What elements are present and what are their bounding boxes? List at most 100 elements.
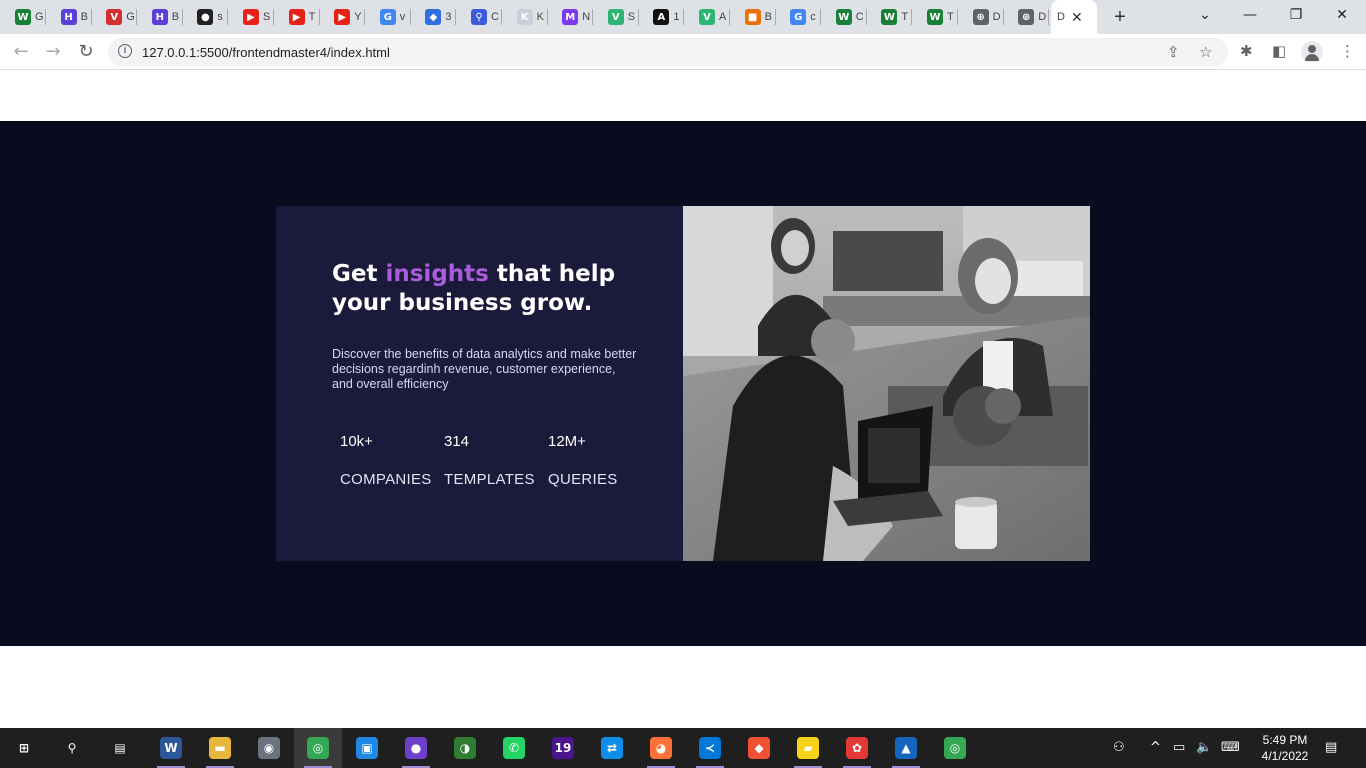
- headline-text-start: Get: [332, 261, 386, 287]
- minimize-button[interactable]: —: [1228, 0, 1272, 30]
- tab-separator: [957, 9, 958, 25]
- forward-button[interactable]: →: [41, 40, 65, 64]
- office-photo-illustration: [683, 206, 1090, 561]
- browser-tab[interactable]: WC: [830, 5, 867, 29]
- keyboard-icon[interactable]: ⌨: [1221, 740, 1240, 755]
- file-explorer-icon[interactable]: ▬: [196, 728, 244, 768]
- github-desktop-icon[interactable]: ●: [392, 728, 440, 768]
- camera-icon[interactable]: ◉: [245, 728, 293, 768]
- tab-title: D: [992, 11, 1001, 23]
- active-browser-tab[interactable]: D ✕: [1051, 0, 1097, 34]
- tab-favicon-icon: A: [653, 9, 670, 25]
- hero-section: Get insights that help your business gro…: [0, 121, 1366, 646]
- bookmark-star-icon[interactable]: ☆: [1199, 43, 1212, 61]
- tab-title: B: [764, 11, 772, 23]
- browser-tab[interactable]: ▶ T: [283, 5, 320, 29]
- tab-separator: [273, 9, 274, 25]
- profile-avatar-icon[interactable]: [1301, 41, 1323, 63]
- tab-search-chevron-icon[interactable]: ⌄: [1183, 0, 1227, 30]
- tab-favicon-icon: ▶: [334, 9, 351, 25]
- browser-tab[interactable]: ⊕ D: [967, 5, 1004, 29]
- app-icon[interactable]: ◑: [441, 728, 489, 768]
- tab-favicon-icon: W: [881, 9, 898, 25]
- sticky-notes-icon[interactable]: ▰: [784, 728, 832, 768]
- maximize-button[interactable]: ❐: [1274, 0, 1318, 30]
- site-info-icon[interactable]: i: [118, 44, 132, 58]
- taskbar-glyph: ◕: [650, 737, 672, 759]
- taskbar-glyph: ≺: [699, 737, 721, 759]
- battery-icon[interactable]: ▭: [1173, 740, 1185, 755]
- chrome-icon[interactable]: ◎: [294, 728, 342, 768]
- browser-tab[interactable]: ⚲ C: [465, 5, 502, 29]
- app-icon[interactable]: ▣: [343, 728, 391, 768]
- task-view-icon[interactable]: ▤: [96, 728, 144, 768]
- app-icon[interactable]: ✿: [833, 728, 881, 768]
- browser-tab[interactable]: ⊕ D: [1012, 5, 1050, 29]
- browser-tab[interactable]: ■ B: [739, 5, 776, 29]
- teamviewer-icon[interactable]: ⇄: [588, 728, 636, 768]
- volume-icon[interactable]: 🔈: [1196, 740, 1212, 755]
- whatsapp-icon[interactable]: ✆: [490, 728, 538, 768]
- browser-tab[interactable]: WG: [9, 5, 46, 29]
- tab-title: D: [1038, 11, 1047, 23]
- stat-companies: 10k+ COMPANIES: [340, 433, 444, 488]
- tab-title: 3: [445, 11, 452, 23]
- system-clock[interactable]: 5:49 PM 4/1/2022: [1250, 732, 1320, 764]
- browser-tab[interactable]: A1: [647, 5, 685, 29]
- tab-title: G: [126, 11, 135, 23]
- browser-tab[interactable]: VA: [693, 5, 730, 29]
- people-icon[interactable]: ⚇: [1113, 740, 1125, 755]
- search-icon[interactable]: ⚲: [48, 728, 96, 768]
- firefox-icon[interactable]: ◕: [637, 728, 685, 768]
- browser-menu-icon[interactable]: ⋮: [1340, 42, 1355, 60]
- taskbar-glyph: ⊞: [13, 737, 35, 759]
- side-panel-icon[interactable]: ◧: [1272, 42, 1286, 60]
- git-icon[interactable]: ◆: [735, 728, 783, 768]
- app-icon[interactable]: 19: [539, 728, 587, 768]
- tab-title: T: [947, 11, 954, 23]
- browser-tab[interactable]: VS: [602, 5, 639, 29]
- browser-tab[interactable]: ● s: [191, 5, 229, 29]
- tab-favicon-icon: W: [927, 9, 943, 25]
- taskbar-glyph: ▣: [356, 737, 378, 759]
- browser-tab[interactable]: WT: [875, 5, 913, 29]
- close-tab-icon[interactable]: ✕: [1071, 9, 1083, 26]
- browser-tab[interactable]: HB: [55, 5, 92, 29]
- back-button[interactable]: ←: [9, 40, 33, 64]
- browser-tab[interactable]: WT: [921, 5, 958, 29]
- browser-tab[interactable]: KK: [511, 5, 548, 29]
- windows-start-icon[interactable]: ⊞: [0, 728, 48, 768]
- browser-tab[interactable]: ◆ 3: [419, 5, 457, 29]
- tab-separator: [455, 9, 457, 25]
- browser-tab[interactable]: MN: [556, 5, 594, 29]
- tray-chevron-icon[interactable]: ^: [1150, 740, 1161, 755]
- tab-favicon-icon: G: [379, 9, 396, 25]
- browser-tab[interactable]: ▶ Y: [328, 5, 366, 29]
- taskbar-glyph: ●: [405, 737, 427, 759]
- close-window-button[interactable]: ✕: [1320, 0, 1364, 30]
- tab-title: S: [263, 11, 271, 23]
- hero-headline: Get insights that help your business gro…: [332, 260, 632, 318]
- browser-tab[interactable]: ▶ S: [237, 5, 274, 29]
- tab-title: D: [1057, 11, 1065, 23]
- browser-tab[interactable]: Gc: [784, 5, 822, 29]
- url-text[interactable]: 127.0.0.1:5500/frontendmaster4/index.htm…: [142, 45, 390, 60]
- tab-favicon-icon: H: [60, 9, 77, 25]
- tab-title: v: [399, 11, 406, 23]
- address-bar[interactable]: i 127.0.0.1:5500/frontendmaster4/index.h…: [108, 38, 1228, 66]
- share-icon[interactable]: ⇪: [1167, 43, 1180, 61]
- photos-icon[interactable]: ▲: [882, 728, 930, 768]
- vscode-icon[interactable]: ≺: [686, 728, 734, 768]
- browser-tab[interactable]: HB: [146, 5, 183, 29]
- browser-tab[interactable]: Gv: [374, 5, 411, 29]
- notifications-icon[interactable]: ▤: [1325, 740, 1337, 755]
- reload-button[interactable]: ↻: [74, 40, 98, 64]
- word-icon[interactable]: W: [147, 728, 195, 768]
- tab-favicon-icon: ▶: [243, 9, 259, 25]
- tab-favicon-icon: ●: [197, 9, 214, 25]
- extensions-icon[interactable]: ✱: [1240, 42, 1253, 60]
- browser-tab[interactable]: VG: [100, 5, 138, 29]
- chrome-icon[interactable]: ◎: [931, 728, 979, 768]
- tab-title: N: [582, 11, 591, 23]
- new-tab-button[interactable]: +: [1109, 6, 1131, 28]
